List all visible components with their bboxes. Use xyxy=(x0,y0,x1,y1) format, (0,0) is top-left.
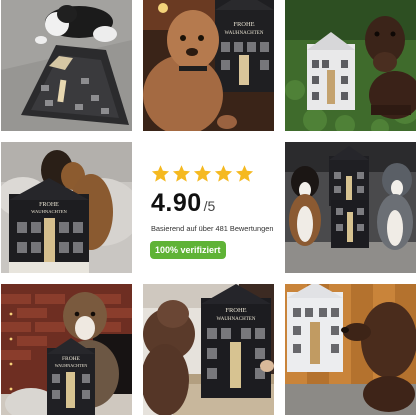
dog-photo-7: FROHE WAUHNACHTEN xyxy=(1,284,132,415)
photo-tile-8[interactable]: FROHE WAUHNACHTEN xyxy=(143,284,274,415)
dog-photo-2: FROHE WAUHNACHTEN xyxy=(143,0,274,131)
calendar-title-4a: FROHE xyxy=(39,202,59,208)
star-icon xyxy=(214,165,233,182)
rating-line: 4.90 /5 xyxy=(151,189,274,218)
calendar-title-1: FROHE xyxy=(233,21,254,28)
calendar-title-7b: WAUHNACHTEN xyxy=(55,363,88,368)
photo-tile-7[interactable]: FROHE WAUHNACHTEN xyxy=(1,284,132,415)
star-icon xyxy=(193,165,212,182)
rating-stars xyxy=(151,164,274,183)
verified-badge: 100% verifiziert xyxy=(150,241,226,259)
photo-tile-2[interactable]: FROHE WAUHNACHTEN xyxy=(143,0,274,131)
dog-photo-3 xyxy=(285,0,416,131)
star-icon xyxy=(172,165,191,182)
rating-max: /5 xyxy=(203,198,216,214)
calendar-title-8a: FROHE xyxy=(225,307,246,314)
calendar-title-7a: FROHE xyxy=(62,356,81,362)
calendar-title-8b: WAUHNACHTEN xyxy=(217,317,256,322)
calendar-title-4b: WAUHNACHTEN xyxy=(31,209,67,214)
product-gallery: FROHE WAUHNACHTEN FROHE WAUHNACHTEN 4.90… xyxy=(0,0,416,416)
star-icon xyxy=(235,165,254,182)
photo-tile-3[interactable] xyxy=(285,0,416,131)
dog-photo-1 xyxy=(1,0,132,131)
photo-tile-6[interactable] xyxy=(285,142,416,273)
review-card: 4.90 /5 Basierend auf über 481 Bewertung… xyxy=(143,142,274,273)
rating-value: 4.90 xyxy=(151,189,202,217)
star-icon xyxy=(151,165,170,182)
photo-tile-1[interactable] xyxy=(1,0,132,131)
photo-tile-4[interactable]: FROHE WAUHNACHTEN xyxy=(1,142,132,273)
dog-photo-8: FROHE WAUHNACHTEN xyxy=(143,284,274,415)
dog-photo-6 xyxy=(285,142,416,273)
calendar-title-2: WAUHNACHTEN xyxy=(225,31,264,36)
review-count-text: Basierend auf über 481 Bewertungen xyxy=(151,224,274,233)
dog-photo-4: FROHE WAUHNACHTEN xyxy=(1,142,132,273)
photo-tile-9[interactable] xyxy=(285,284,416,415)
dog-photo-9 xyxy=(285,284,416,415)
